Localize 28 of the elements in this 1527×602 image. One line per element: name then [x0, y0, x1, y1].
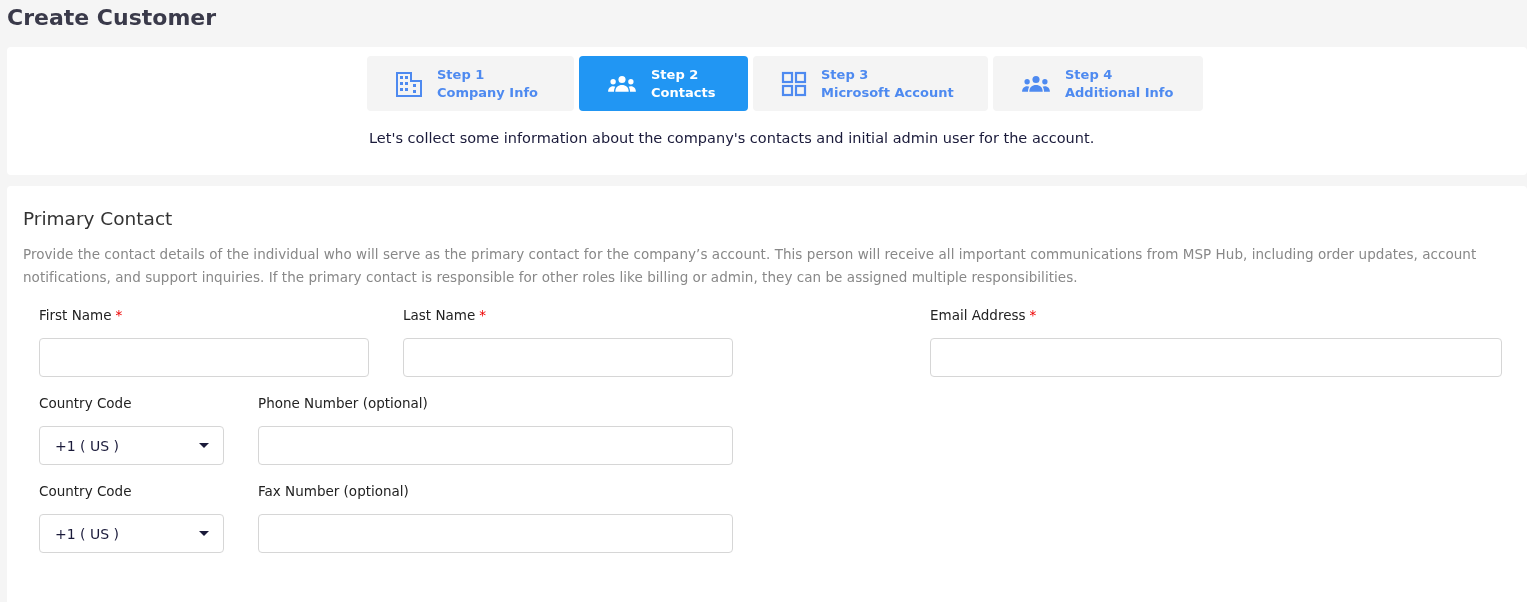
- country-code-dropdown[interactable]: +1 ( US ): [39, 426, 224, 465]
- input-field[interactable]: [39, 338, 369, 377]
- field-label: Last Name *: [403, 307, 486, 325]
- field-label: Phone Number (optional): [258, 395, 428, 413]
- grid-icon: [781, 70, 807, 97]
- people-icon: [607, 73, 637, 94]
- input-field[interactable]: [930, 338, 1502, 377]
- intro-text: Let's collect some information about the company's contacts and initial admin user for the account.: [369, 130, 1096, 146]
- caret-icon: [199, 531, 209, 536]
- field-label: Fax Number (optional): [258, 483, 409, 501]
- section-description: Provide the contact details of the individual who will serve as the primary contact for the company’s account. This person will receive all important communications from MSP Hub, including order updates, account notifications, and support inquiries. If the primary contact is responsible for other roles like billing or admin, they can be assigned multiple responsibilities.: [23, 245, 1478, 287]
- step-tab[interactable]: Step 4 Additional Info: [993, 56, 1203, 111]
- field-label: First Name *: [39, 307, 123, 325]
- people-icon: [1021, 73, 1051, 94]
- field-label: Country Code: [39, 483, 132, 501]
- input-field[interactable]: [258, 426, 733, 465]
- step-tab[interactable]: Step 3 Microsoft Account: [753, 56, 988, 111]
- field-label: Email Address *: [930, 307, 1037, 325]
- page-title: Create Customer: [7, 4, 218, 32]
- input-field[interactable]: [258, 514, 733, 553]
- step-tab[interactable]: Step 2 Contacts: [579, 56, 748, 111]
- building-icon: [395, 70, 423, 97]
- field-label: Country Code: [39, 395, 132, 413]
- caret-icon: [199, 443, 209, 448]
- step-tab[interactable]: Step 1 Company Info: [367, 56, 574, 111]
- input-field[interactable]: [403, 338, 733, 377]
- section-title: Primary Contact: [23, 208, 174, 229]
- country-code-dropdown[interactable]: +1 ( US ): [39, 514, 224, 553]
